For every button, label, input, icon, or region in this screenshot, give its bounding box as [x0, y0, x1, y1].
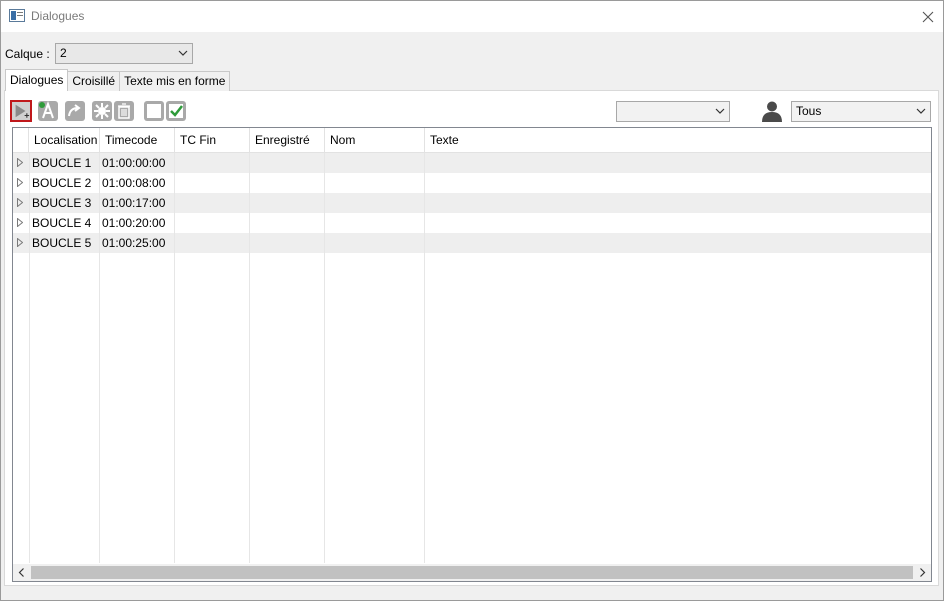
uncheck-all-button[interactable]: [143, 100, 165, 122]
add-text-button[interactable]: [37, 100, 59, 122]
title-bar: Dialogues: [1, 1, 943, 32]
window-app-icon: [9, 9, 25, 22]
user-filter-value: Tous: [796, 104, 822, 118]
unchecked-box-icon: [144, 101, 164, 121]
chevron-left-icon: [18, 568, 24, 577]
cell-timecode: 01:00:00:00: [102, 156, 166, 170]
table-row[interactable]: BOUCLE 3 01:00:17:00: [13, 193, 931, 213]
check-all-button[interactable]: [165, 100, 187, 122]
grid-divider: [249, 153, 250, 563]
grid-divider: [29, 153, 30, 563]
column-header-timecode[interactable]: Timecode: [100, 128, 175, 153]
horizontal-scrollbar[interactable]: [13, 564, 931, 581]
dialogues-grid[interactable]: Localisation Timecode TC Fin Enregistré …: [12, 127, 932, 582]
cell-localisation: BOUCLE 3: [32, 196, 92, 210]
cell-timecode: 01:00:25:00: [102, 236, 166, 250]
user-icon: [761, 100, 783, 122]
grid-divider: [424, 153, 425, 563]
play-add-icon: [15, 104, 30, 118]
expand-triangle-icon[interactable]: [17, 178, 23, 187]
delete-button[interactable]: [113, 100, 135, 122]
expand-triangle-icon[interactable]: [17, 218, 23, 227]
add-loop-button[interactable]: [10, 100, 32, 122]
tab-dialogues[interactable]: Dialogues: [5, 69, 69, 91]
chevron-down-icon: [178, 50, 188, 56]
table-row[interactable]: BOUCLE 5 01:00:25:00: [13, 233, 931, 253]
table-row[interactable]: BOUCLE 1 01:00:00:00: [13, 153, 931, 173]
column-header-enregistre[interactable]: Enregistré: [250, 128, 325, 153]
table-row[interactable]: BOUCLE 4 01:00:20:00: [13, 213, 931, 233]
add-text-icon: [38, 101, 58, 121]
chevron-down-icon: [916, 108, 926, 114]
chevron-down-icon: [715, 108, 725, 114]
scroll-right-button[interactable]: [914, 564, 931, 581]
column-header-localisation[interactable]: Localisation: [29, 128, 100, 153]
tab-bar: Dialogues Croisillé Texte mis en forme: [5, 69, 231, 91]
cell-timecode: 01:00:08:00: [102, 176, 166, 190]
close-icon: [922, 11, 934, 22]
cell-localisation: BOUCLE 2: [32, 176, 92, 190]
column-header-texte[interactable]: Texte: [425, 128, 931, 153]
cell-localisation: BOUCLE 1: [32, 156, 92, 170]
grid-header: Localisation Timecode TC Fin Enregistré …: [13, 128, 931, 153]
settings-gear-icon: [92, 101, 112, 121]
grid-body: BOUCLE 1 01:00:00:00 BOUCLE 2 01:00:08:0…: [13, 153, 931, 563]
redo-button[interactable]: [64, 100, 86, 122]
cell-localisation: BOUCLE 5: [32, 236, 92, 250]
cell-timecode: 01:00:17:00: [102, 196, 166, 210]
cell-timecode: 01:00:20:00: [102, 216, 166, 230]
calque-select[interactable]: 2: [55, 43, 193, 64]
redo-arrow-icon: [65, 101, 85, 121]
checked-box-icon: [166, 101, 186, 121]
column-header-nom[interactable]: Nom: [325, 128, 425, 153]
expander-column-header: [13, 128, 29, 153]
window-title: Dialogues: [31, 9, 85, 23]
column-header-tc-fin[interactable]: TC Fin: [175, 128, 250, 153]
filter-select[interactable]: [616, 101, 730, 122]
table-row[interactable]: BOUCLE 2 01:00:08:00: [13, 173, 931, 193]
trash-icon: [114, 101, 134, 121]
grid-divider: [174, 153, 175, 563]
chevron-right-icon: [920, 568, 926, 577]
dialogues-window: Dialogues Calque : 2 Dialogues Croisillé…: [0, 0, 944, 601]
expand-triangle-icon[interactable]: [17, 238, 23, 247]
grid-divider: [99, 153, 100, 563]
scrollbar-thumb[interactable]: [31, 566, 913, 579]
tab-texte-mis-en-forme[interactable]: Texte mis en forme: [119, 71, 231, 91]
cell-localisation: BOUCLE 4: [32, 216, 92, 230]
settings-button[interactable]: [91, 100, 113, 122]
tab-croisille[interactable]: Croisillé: [67, 71, 121, 91]
expand-triangle-icon[interactable]: [17, 198, 23, 207]
grid-divider: [324, 153, 325, 563]
calque-value: 2: [60, 46, 67, 60]
calque-label: Calque :: [5, 47, 50, 61]
expand-triangle-icon[interactable]: [17, 158, 23, 167]
scroll-left-button[interactable]: [13, 564, 30, 581]
close-button[interactable]: [913, 1, 943, 32]
user-filter-select[interactable]: Tous: [791, 101, 931, 122]
